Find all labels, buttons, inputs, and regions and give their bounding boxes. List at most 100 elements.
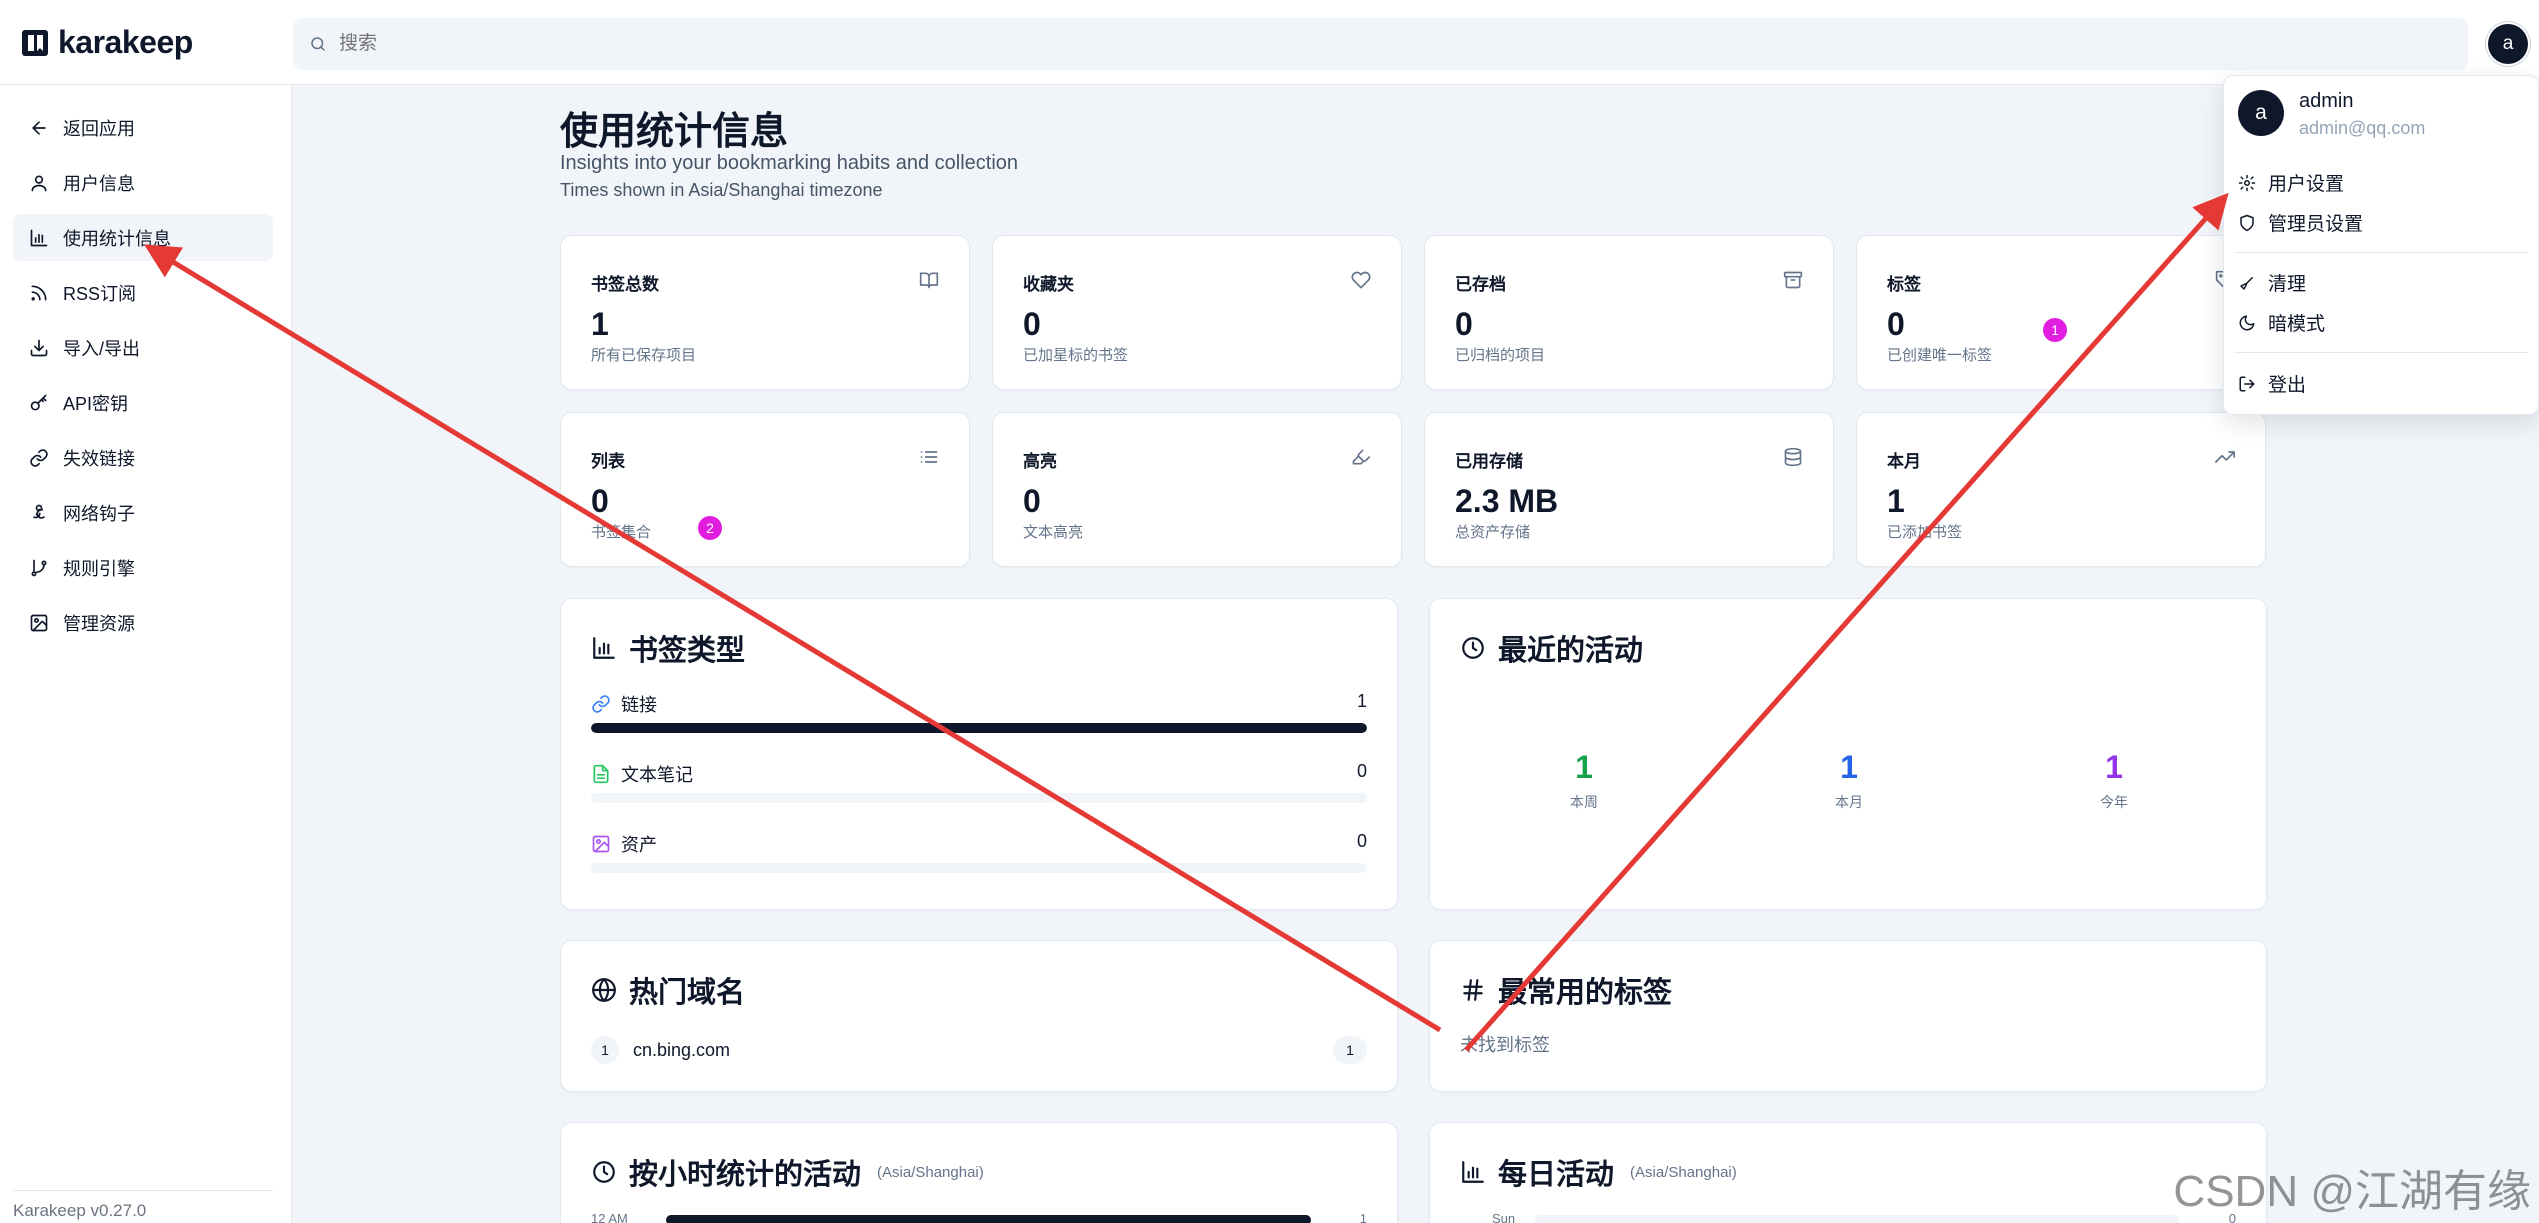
sidebar-nav: 返回应用 用户信息 使用统计信息 RSS订阅 导入/导出 API密钥 失效链接 bbox=[13, 104, 273, 654]
sidebar-item-label: 导入/导出 bbox=[63, 338, 141, 359]
type-row-text-note: 文本笔记 0 bbox=[591, 761, 1367, 819]
sidebar-item-rules-engine[interactable]: 规则引擎 bbox=[13, 544, 273, 591]
sidebar-item-usage-stats[interactable]: 使用统计信息 bbox=[13, 214, 273, 261]
stat-label: 本月 bbox=[1887, 452, 1921, 471]
panel-timezone: (Asia/Shanghai) bbox=[1630, 1163, 1737, 1181]
hourly-activity-panel: 按小时统计的活动 (Asia/Shanghai) 12 AM 1 bbox=[560, 1122, 1398, 1223]
stat-description: 总资产存储 bbox=[1455, 524, 1531, 541]
menu-item-logout[interactable]: 登出 bbox=[2238, 370, 2306, 397]
link-icon bbox=[30, 448, 48, 467]
day-bar bbox=[1535, 1215, 2180, 1223]
shield-icon bbox=[2240, 214, 2254, 231]
sidebar-item-label: 使用统计信息 bbox=[63, 228, 171, 249]
webhook-icon bbox=[33, 504, 45, 519]
panel-title-text: 书签类型 bbox=[629, 635, 746, 667]
menu-item-label: 用户设置 bbox=[2268, 174, 2345, 195]
stat-card-total-bookmarks: 书签总数 1 所有已保存项目 bbox=[560, 235, 970, 390]
clock-icon bbox=[593, 1161, 615, 1183]
top-bar: karakeep a bbox=[0, 0, 2539, 85]
clock-icon bbox=[1462, 637, 1484, 659]
bar-chart-icon bbox=[1462, 1161, 1484, 1183]
sidebar-item-user-info[interactable]: 用户信息 bbox=[13, 159, 273, 206]
stat-value: 1 bbox=[591, 306, 609, 342]
hash-icon bbox=[1463, 979, 1483, 1001]
sidebar-item-broken-links[interactable]: 失效链接 bbox=[13, 434, 273, 481]
type-progress-track bbox=[591, 793, 1367, 803]
book-open-icon bbox=[919, 272, 939, 289]
user-avatar-button[interactable]: a bbox=[2488, 24, 2528, 64]
domain-row[interactable]: 1 cn.bing.com 1 bbox=[591, 1036, 1367, 1064]
stat-label: 收藏夹 bbox=[1023, 275, 1074, 294]
top-domains-panel: 热门域名 1 cn.bing.com 1 bbox=[560, 940, 1398, 1092]
menu-item-admin-settings[interactable]: 管理员设置 bbox=[2238, 209, 2363, 236]
moon-icon bbox=[2239, 315, 2255, 330]
activity-value: 1 bbox=[2105, 749, 2123, 785]
log-out-icon bbox=[2239, 376, 2255, 391]
panel-title: 最常用的标签 bbox=[1460, 969, 1672, 1011]
list-icon bbox=[920, 451, 938, 463]
sidebar-item-rss[interactable]: RSS订阅 bbox=[13, 269, 273, 316]
hour-label: 12 AM bbox=[591, 1211, 628, 1223]
dropdown-username: admin bbox=[2299, 90, 2354, 112]
logo-icon bbox=[22, 29, 48, 56]
sidebar-item-api-keys[interactable]: API密钥 bbox=[13, 379, 273, 426]
stat-label: 已存档 bbox=[1455, 275, 1506, 294]
daily-activity-panel: 每日活动 (Asia/Shanghai) Sun 0 bbox=[1429, 1122, 2267, 1223]
settings-icon bbox=[2238, 174, 2256, 191]
stat-description: 已归档的项目 bbox=[1455, 347, 1546, 364]
sidebar-item-manage-assets[interactable]: 管理资源 bbox=[13, 599, 273, 646]
panel-title-text: 热门域名 bbox=[629, 977, 746, 1009]
panel-title: 书签类型 bbox=[591, 627, 745, 669]
sidebar-item-import-export[interactable]: 导入/导出 bbox=[13, 324, 273, 371]
type-progress-track bbox=[591, 723, 1367, 733]
type-count: 1 bbox=[1356, 691, 1367, 711]
sidebar-item-label: 返回应用 bbox=[63, 118, 135, 139]
stat-card-favorites: 收藏夹 0 已加星标的书签 bbox=[992, 235, 1402, 390]
menu-item-dark-mode[interactable]: 暗模式 bbox=[2238, 309, 2325, 336]
search-bar[interactable] bbox=[293, 18, 2468, 70]
menu-item-cleanup[interactable]: 清理 bbox=[2238, 269, 2306, 296]
sidebar-item-label: 规则引擎 bbox=[63, 558, 135, 579]
git-branch-icon bbox=[31, 559, 47, 576]
type-label: 资产 bbox=[621, 835, 657, 855]
menu-item-user-settings[interactable]: 用户设置 bbox=[2238, 169, 2344, 196]
search-icon bbox=[311, 37, 325, 51]
database-icon bbox=[1784, 447, 1802, 467]
panel-title: 最近的活动 bbox=[1460, 627, 1643, 669]
activity-value: 1 bbox=[1575, 749, 1593, 785]
search-input[interactable] bbox=[339, 33, 939, 55]
menu-item-label: 管理员设置 bbox=[2268, 214, 2364, 235]
bookmark-types-panel: 书签类型 链接 1 文本笔记 0 资产 0 bbox=[560, 598, 1398, 910]
panel-title: 热门域名 bbox=[591, 969, 745, 1011]
hour-bar bbox=[666, 1215, 1311, 1223]
menu-item-label: 登出 bbox=[2268, 375, 2307, 396]
type-count: 0 bbox=[1356, 831, 1367, 851]
activity-label: 本周 bbox=[1570, 794, 1598, 810]
brand-logo[interactable]: karakeep bbox=[20, 24, 193, 61]
stat-label: 列表 bbox=[591, 452, 625, 471]
stat-value: 0 bbox=[1023, 306, 1041, 342]
bar-chart-icon bbox=[593, 637, 615, 659]
sidebar-item-webhooks[interactable]: 网络钩子 bbox=[13, 489, 273, 536]
type-count: 0 bbox=[1356, 761, 1367, 781]
stat-description: 所有已保存项目 bbox=[591, 347, 697, 364]
stat-card-this-month: 本月 1 已添加书签 bbox=[1856, 412, 2266, 567]
activity-label: 本月 bbox=[1835, 794, 1863, 810]
stat-value: 2.3 MB bbox=[1455, 483, 1559, 519]
stat-description: 书签集合 bbox=[591, 524, 652, 541]
stat-card-highlights: 高亮 0 文本高亮 bbox=[992, 412, 1402, 567]
type-progress-fill bbox=[591, 723, 1367, 733]
trending-up-icon bbox=[2215, 451, 2235, 463]
panel-title-text: 每日活动 bbox=[1498, 1159, 1615, 1191]
bar-chart-icon bbox=[30, 229, 48, 246]
stat-card-tags: 标签 0 已创建唯一标签 bbox=[1856, 235, 2266, 390]
sidebar: 返回应用 用户信息 使用统计信息 RSS订阅 导入/导出 API密钥 失效链接 bbox=[0, 85, 292, 1223]
stat-value: 1 bbox=[1887, 483, 1905, 519]
domain-rank: 1 bbox=[591, 1036, 619, 1064]
stat-description: 已添加书签 bbox=[1887, 524, 1963, 541]
image-icon bbox=[30, 614, 48, 631]
sidebar-item-back-to-app[interactable]: 返回应用 bbox=[13, 104, 273, 151]
top-tags-panel: 最常用的标签 未找到标签 bbox=[1429, 940, 2267, 1092]
dropdown-avatar: a bbox=[2238, 90, 2284, 136]
watermark-text: CSDN @江湖有缘 bbox=[2173, 1167, 2531, 1216]
